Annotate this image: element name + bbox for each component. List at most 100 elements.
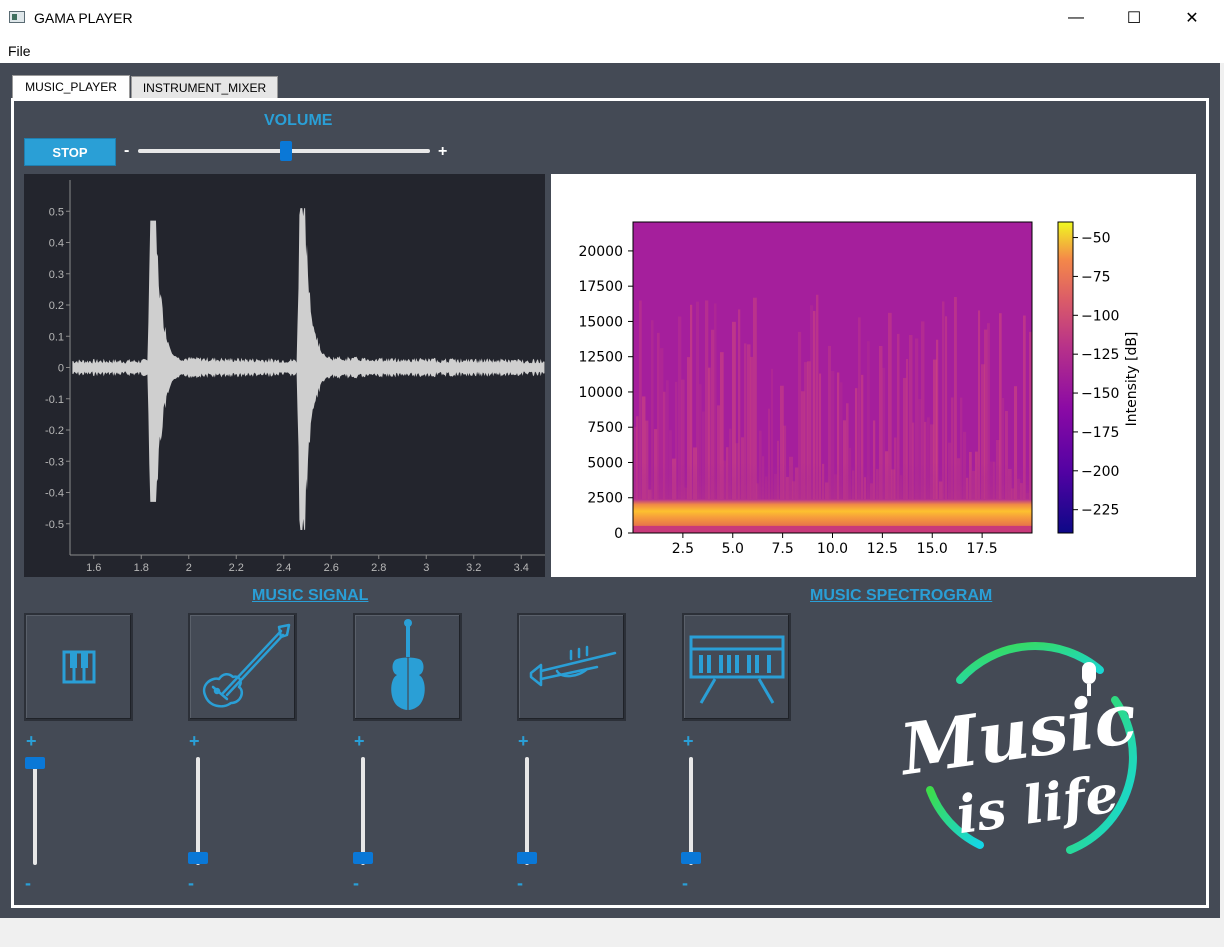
keyboard-slider-minus: - — [682, 873, 688, 893]
signal-y-tick-label: 0.4 — [49, 238, 64, 250]
window-title: GAMA PLAYER — [34, 10, 133, 26]
trumpet-slider-minus: - — [517, 873, 523, 893]
spectrogram-colorbar — [1057, 221, 1074, 534]
guitar-volume-slider-track[interactable] — [196, 757, 200, 865]
status-bar — [0, 918, 1224, 947]
guitar-slider-plus: + — [189, 731, 200, 751]
spectrogram-x-tick-label: 10.0 — [817, 541, 848, 557]
signal-x-tick-label: 1.6 — [86, 562, 101, 574]
volume-plus-label: + — [438, 143, 448, 160]
keyboard-slider-plus: + — [683, 731, 694, 751]
menu-file[interactable]: File — [8, 43, 31, 59]
colorbar-tick-label: −175 — [1081, 425, 1119, 441]
signal-x-tick-label: 3.4 — [514, 562, 529, 574]
spectrogram-energy-band — [633, 499, 1032, 526]
spectrogram-chart: 0 2500 5000 7500 10000 12500 15000 17500 20000 2.… — [578, 221, 1140, 557]
keyboard-button[interactable] — [682, 613, 791, 721]
signal-y-tick-label: -0.2 — [45, 425, 64, 437]
piano-slider-plus: + — [26, 731, 37, 751]
guitar-slider-minus: - — [188, 873, 194, 893]
signal-x-tick-label: 3 — [423, 562, 429, 574]
colorbar-tick-label: −125 — [1081, 347, 1119, 363]
violin-slider-plus: + — [354, 731, 365, 751]
spectrogram-plot[interactable]: 0 2500 5000 7500 10000 12500 15000 17500 20000 2.… — [551, 174, 1196, 577]
signal-y-tick-label: -0.5 — [45, 519, 64, 531]
colorbar-tick-label: −150 — [1081, 386, 1119, 402]
signal-x-tick-label: 2.4 — [276, 562, 291, 574]
trumpet-volume-slider-handle[interactable] — [517, 852, 537, 864]
colorbar-label: Intensity [dB] — [1124, 332, 1140, 427]
spectrogram-y-tick-label: 10000 — [578, 385, 623, 401]
violin-volume-slider-track[interactable] — [361, 757, 365, 865]
spectrogram-y-tick-label: 15000 — [578, 314, 623, 330]
violin-volume-slider-handle[interactable] — [353, 852, 373, 864]
signal-x-tick-label: 1.8 — [134, 562, 149, 574]
colorbar-tick-label: −200 — [1081, 464, 1119, 480]
signal-y-tick-label: -0.1 — [45, 394, 64, 406]
signal-y-tick-label: 0.1 — [49, 331, 64, 343]
tab-instrument-mixer[interactable]: INSTRUMENT_MIXER — [131, 76, 278, 98]
signal-plot[interactable]: 0.5 0.4 0.3 0.2 0.1 0 -0.1 -0.2 -0.3 -0.4 -0.5 1.6 1… — [24, 174, 545, 577]
spectrogram-x-tick-label: 2.5 — [672, 541, 694, 557]
volume-slider-handle[interactable] — [280, 141, 292, 161]
signal-y-tick-label: -0.3 — [45, 456, 64, 468]
signal-waveform — [72, 208, 545, 530]
piano-volume-slider-handle[interactable] — [25, 757, 45, 769]
colorbar-tick-label: −50 — [1081, 231, 1111, 247]
signal-x-tick-label: 3.2 — [466, 562, 481, 574]
signal-chart: 0.5 0.4 0.3 0.2 0.1 0 -0.1 -0.2 -0.3 -0.4 -0.5 1.6 1… — [45, 180, 545, 574]
guitar-button[interactable] — [188, 613, 297, 721]
volume-label: VOLUME — [264, 112, 333, 129]
piano-volume-slider-track[interactable] — [33, 757, 37, 865]
guitar-volume-slider-handle[interactable] — [188, 852, 208, 864]
keyboard-volume-slider-track[interactable] — [689, 757, 693, 865]
minimize-button[interactable]: — — [1047, 0, 1105, 36]
spectrogram-y-tick-label: 17500 — [578, 279, 623, 295]
spectrogram-x-tick-label: 5.0 — [722, 541, 744, 557]
signal-y-tick-label: 0.3 — [49, 269, 64, 281]
spectrogram-y-tick-label: 5000 — [587, 455, 623, 471]
signal-y-tick-label: -0.4 — [45, 488, 64, 500]
title-bar: GAMA PLAYER — ☐ ✕ — [0, 0, 1224, 36]
piano-slider-minus: - — [25, 873, 31, 893]
spectrogram-y-tick-label: 7500 — [587, 420, 623, 436]
keyboard-icon — [689, 635, 784, 704]
colorbar-tick-label: −75 — [1081, 269, 1111, 285]
spectrogram-y-tick-label: 2500 — [587, 491, 623, 507]
signal-x-tick-label: 2.2 — [229, 562, 244, 574]
violin-button[interactable] — [353, 613, 462, 721]
music-spectrogram-caption[interactable]: MUSIC SPECTROGRAM — [810, 587, 992, 605]
stop-button[interactable]: STOP — [24, 138, 116, 166]
spectrogram-x-tick-label: 15.0 — [917, 541, 948, 557]
violin-icon — [390, 619, 425, 715]
spectrogram-y-tick-label: 20000 — [578, 244, 623, 260]
music-is-life-logo: Music is life — [893, 640, 1150, 870]
close-button[interactable]: ✕ — [1163, 0, 1221, 36]
music-signal-caption[interactable]: MUSIC SIGNAL — [252, 587, 368, 605]
piano-icon — [62, 650, 95, 684]
signal-y-tick-label: 0 — [58, 363, 64, 375]
spectrogram-x-tick-label: 12.5 — [867, 541, 898, 557]
maximize-button[interactable]: ☐ — [1105, 0, 1163, 36]
spectrogram-y-tick-label: 12500 — [578, 350, 623, 366]
trumpet-slider-plus: + — [518, 731, 529, 751]
signal-x-tick-label: 2.8 — [371, 562, 386, 574]
colorbar-tick-label: −225 — [1081, 503, 1119, 519]
trumpet-volume-slider-track[interactable] — [525, 757, 529, 865]
trumpet-button[interactable] — [517, 613, 626, 721]
spectrogram-x-tick-label: 17.5 — [967, 541, 998, 557]
spectrogram-floor — [633, 525, 1032, 533]
signal-x-tick-label: 2.6 — [324, 562, 339, 574]
tab-music-player[interactable]: MUSIC_PLAYER — [12, 75, 130, 98]
signal-x-tick-label: 2 — [186, 562, 192, 574]
menu-bar: File — [0, 36, 1224, 63]
violin-slider-minus: - — [353, 873, 359, 893]
guitar-icon — [202, 623, 290, 708]
signal-y-tick-label: 0.5 — [49, 206, 64, 218]
keyboard-volume-slider-handle[interactable] — [681, 852, 701, 864]
volume-minus-label: - — [124, 142, 130, 159]
signal-y-tick-label: 0.2 — [49, 300, 64, 312]
spectrogram-y-tick-label: 0 — [614, 526, 623, 542]
app-icon — [9, 11, 25, 23]
piano-button[interactable] — [24, 613, 133, 721]
